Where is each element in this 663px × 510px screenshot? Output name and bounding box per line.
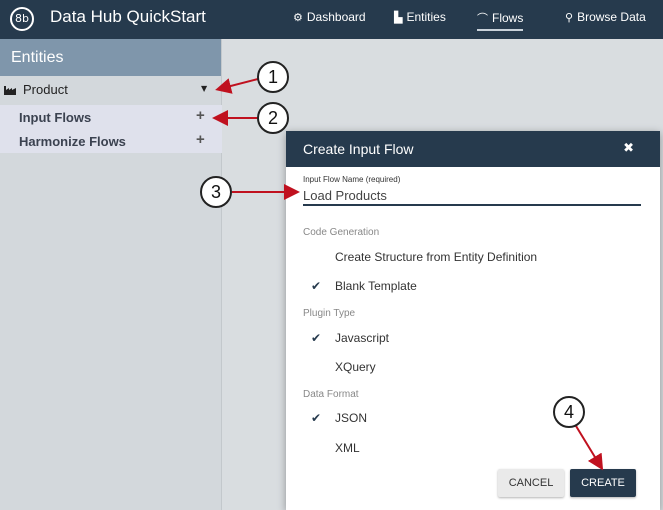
- sidebar: Entities Product ▼ Input Flows + Harmoni…: [0, 39, 222, 510]
- callout-3: 3: [200, 176, 232, 208]
- option-xml[interactable]: XML: [303, 439, 643, 459]
- option-javascript[interactable]: ✔ Javascript: [303, 329, 643, 349]
- entities-icon: ▙: [394, 10, 403, 24]
- option-json[interactable]: ✔ JSON: [303, 409, 643, 429]
- entity-label: Product: [23, 82, 68, 97]
- sidebar-title: Entities: [0, 39, 221, 76]
- add-input-flow-plus-icon[interactable]: +: [196, 107, 205, 124]
- option-label: XQuery: [335, 360, 376, 374]
- create-input-flow-dialog: Create Input Flow ✖ Input Flow Name (req…: [286, 131, 660, 510]
- option-create-structure[interactable]: Create Structure from Entity Definition: [303, 248, 643, 268]
- nav-entities[interactable]: ▙ Entities: [394, 10, 446, 24]
- dialog-header: Create Input Flow ✖: [286, 131, 660, 167]
- callout-4: 4: [553, 396, 585, 428]
- nav-flows-label: Flows: [492, 11, 524, 25]
- callout-2: 2: [257, 102, 289, 134]
- option-label: Create Structure from Entity Definition: [335, 250, 538, 264]
- option-label: Javascript: [335, 331, 390, 345]
- close-icon[interactable]: ✖: [623, 141, 634, 156]
- search-icon: ⚲: [565, 10, 574, 24]
- checkmark-icon: ✔: [311, 279, 322, 293]
- option-blank-template[interactable]: ✔ Blank Template: [303, 277, 643, 297]
- option-label: JSON: [335, 411, 368, 425]
- nav-browse-data-label: Browse Data: [577, 10, 646, 24]
- sidebar-entity-product[interactable]: Product ▼: [0, 79, 222, 103]
- checkmark-icon: ✔: [311, 411, 322, 425]
- nav-flows[interactable]: ⌒ Flows: [477, 10, 524, 31]
- add-harmonize-flow-plus-icon[interactable]: +: [196, 131, 205, 148]
- flow-name-label: Input Flow Name (required): [303, 175, 401, 184]
- callout-1: 1: [257, 61, 289, 93]
- app-logo-icon[interactable]: 8b: [10, 7, 34, 31]
- callout-1-arrow: [215, 78, 259, 94]
- sidebar-item-input-flows[interactable]: Input Flows +: [0, 105, 222, 129]
- app-title[interactable]: Data Hub QuickStart: [50, 7, 206, 27]
- cancel-button[interactable]: CANCEL: [498, 469, 564, 497]
- top-navigation-bar: 8b Data Hub QuickStart ⚙ Dashboard ▙ Ent…: [0, 0, 663, 39]
- plugin-type-label: Plugin Type: [303, 308, 356, 319]
- dashboard-icon: ⚙: [293, 10, 303, 24]
- nav-entities-label: Entities: [406, 10, 446, 24]
- code-generation-label: Code Generation: [303, 227, 380, 238]
- dialog-title: Create Input Flow: [303, 141, 414, 157]
- input-flows-label: Input Flows: [19, 110, 92, 125]
- option-xquery[interactable]: XQuery: [303, 358, 643, 378]
- nav-dashboard[interactable]: ⚙ Dashboard: [293, 10, 366, 24]
- create-button[interactable]: CREATE: [570, 469, 636, 497]
- nav-dashboard-label: Dashboard: [306, 10, 366, 24]
- chevron-down-icon[interactable]: ▼: [201, 84, 207, 93]
- harmonize-flows-label: Harmonize Flows: [19, 134, 126, 149]
- factory-icon: [4, 86, 16, 95]
- data-format-label: Data Format: [303, 389, 359, 400]
- option-label: Blank Template: [335, 279, 417, 293]
- flows-icon: ⌒: [477, 12, 488, 25]
- sidebar-item-harmonize-flows[interactable]: Harmonize Flows +: [0, 129, 222, 153]
- nav-browse-data[interactable]: ⚲ Browse Data: [565, 10, 646, 24]
- flow-name-input[interactable]: [303, 186, 641, 206]
- option-label: XML: [335, 441, 360, 455]
- checkmark-icon: ✔: [311, 331, 322, 345]
